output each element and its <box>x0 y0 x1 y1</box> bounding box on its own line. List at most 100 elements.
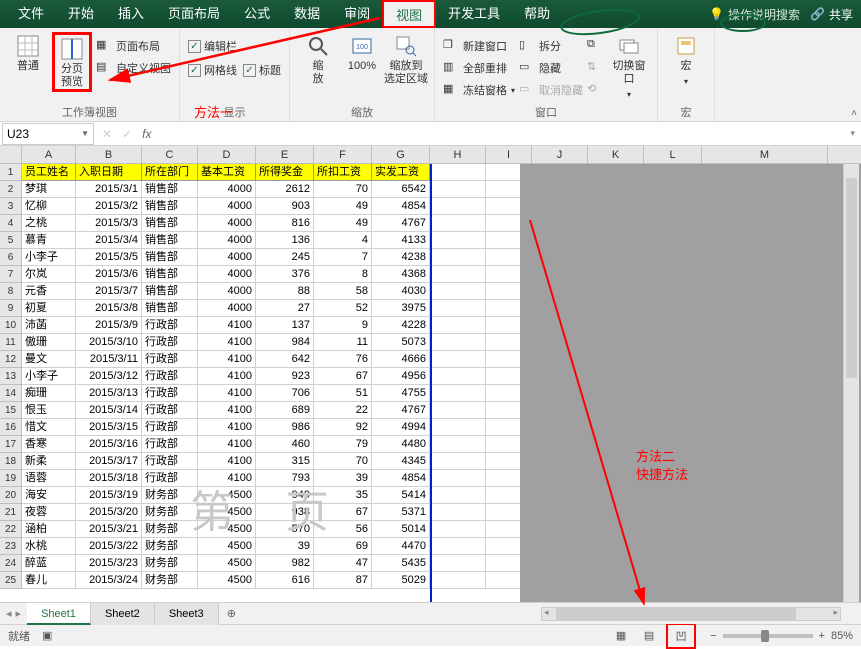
cell[interactable]: 夜蓉 <box>22 504 76 521</box>
cell[interactable] <box>430 538 486 555</box>
cell[interactable]: 新柔 <box>22 453 76 470</box>
cell[interactable]: 4500 <box>198 487 256 504</box>
cell[interactable]: 4854 <box>372 470 430 487</box>
cell[interactable] <box>430 232 486 249</box>
row-header[interactable]: 25 <box>0 572 22 589</box>
cell[interactable]: 51 <box>314 385 372 402</box>
cell[interactable]: 基本工资 <box>198 164 256 181</box>
cell[interactable]: 4368 <box>372 266 430 283</box>
cell[interactable] <box>430 249 486 266</box>
add-sheet-button[interactable]: ⊕ <box>219 607 244 620</box>
cell[interactable]: 49 <box>314 198 372 215</box>
tab-help[interactable]: 帮助 <box>512 0 562 28</box>
col-header[interactable]: C <box>142 146 198 163</box>
cell[interactable]: 2015/3/14 <box>76 402 142 419</box>
cell[interactable]: 4767 <box>372 402 430 419</box>
zoom-button[interactable]: 缩 放 <box>298 32 338 86</box>
cell[interactable]: 4956 <box>372 368 430 385</box>
cell[interactable]: 元香 <box>22 283 76 300</box>
cell[interactable]: 4345 <box>372 453 430 470</box>
col-header[interactable]: K <box>588 146 644 163</box>
cell[interactable]: 2015/3/20 <box>76 504 142 521</box>
cell[interactable]: 76 <box>314 351 372 368</box>
cell[interactable]: 136 <box>256 232 314 249</box>
cell[interactable]: 4470 <box>372 538 430 555</box>
cell[interactable]: 销售部 <box>142 181 198 198</box>
custom-views-button[interactable]: ▤ 自定义视图 <box>96 58 171 78</box>
row-header[interactable]: 4 <box>0 215 22 232</box>
cell[interactable]: 88 <box>256 283 314 300</box>
zoom-slider[interactable] <box>723 634 813 638</box>
col-header[interactable]: M <box>702 146 828 163</box>
cell[interactable]: 小李子 <box>22 368 76 385</box>
cell[interactable] <box>430 181 486 198</box>
cell[interactable]: 4000 <box>198 266 256 283</box>
cell[interactable]: 海安 <box>22 487 76 504</box>
cell[interactable]: 4500 <box>198 572 256 589</box>
cell[interactable]: 69 <box>314 538 372 555</box>
cell[interactable]: 财务部 <box>142 487 198 504</box>
cell[interactable]: 语蓉 <box>22 470 76 487</box>
cell[interactable]: 7 <box>314 249 372 266</box>
sheet-tab[interactable]: Sheet3 <box>155 603 219 625</box>
cell[interactable]: 4994 <box>372 419 430 436</box>
cell[interactable]: 4100 <box>198 453 256 470</box>
cell[interactable]: 642 <box>256 351 314 368</box>
zoom-to-selection-button[interactable]: 缩放到 选定区域 <box>386 32 426 86</box>
cell[interactable]: 4100 <box>198 334 256 351</box>
cell[interactable]: 2015/3/12 <box>76 368 142 385</box>
col-header[interactable]: D <box>198 146 256 163</box>
row-header[interactable]: 15 <box>0 402 22 419</box>
row-header[interactable]: 18 <box>0 453 22 470</box>
cell[interactable]: 245 <box>256 249 314 266</box>
row-header[interactable]: 7 <box>0 266 22 283</box>
cell[interactable]: 2015/3/23 <box>76 555 142 572</box>
cell[interactable]: 137 <box>256 317 314 334</box>
col-header[interactable]: B <box>76 146 142 163</box>
tell-me-search[interactable]: 💡 操作说明搜索 <box>709 6 800 23</box>
tab-page-layout[interactable]: 页面布局 <box>156 0 232 28</box>
cell[interactable]: 销售部 <box>142 266 198 283</box>
cell[interactable]: 财务部 <box>142 572 198 589</box>
row-header[interactable]: 9 <box>0 300 22 317</box>
cell[interactable]: 4000 <box>198 215 256 232</box>
cell[interactable]: 恨玉 <box>22 402 76 419</box>
row-header[interactable]: 11 <box>0 334 22 351</box>
cell[interactable]: 5435 <box>372 555 430 572</box>
cell[interactable] <box>430 521 486 538</box>
cell[interactable]: 4228 <box>372 317 430 334</box>
row-header[interactable]: 14 <box>0 385 22 402</box>
sheet-nav-prev[interactable]: ◂ <box>6 607 12 620</box>
col-header[interactable]: G <box>372 146 430 163</box>
cell[interactable]: 醉蓝 <box>22 555 76 572</box>
col-header[interactable]: L <box>644 146 702 163</box>
cell[interactable]: 4480 <box>372 436 430 453</box>
cell[interactable]: 4100 <box>198 470 256 487</box>
cell[interactable]: 行政部 <box>142 351 198 368</box>
cell[interactable]: 4100 <box>198 368 256 385</box>
view-side-by-side-button[interactable]: ⧉ <box>587 36 605 56</box>
cell[interactable]: 行政部 <box>142 317 198 334</box>
cell[interactable] <box>430 555 486 572</box>
col-header[interactable]: I <box>486 146 532 163</box>
headings-checkbox[interactable]: ✓标题 <box>243 60 281 80</box>
cell[interactable]: 实发工资 <box>372 164 430 181</box>
enter-icon[interactable]: ✓ <box>122 127 132 141</box>
cell[interactable]: 2015/3/10 <box>76 334 142 351</box>
collapse-ribbon-button[interactable]: ˄ <box>851 108 857 119</box>
cell[interactable]: 4133 <box>372 232 430 249</box>
row-header[interactable]: 21 <box>0 504 22 521</box>
cell[interactable]: 39 <box>256 538 314 555</box>
fx-icon[interactable]: fx <box>142 127 151 141</box>
cell[interactable]: 2015/3/1 <box>76 181 142 198</box>
cell[interactable]: 4100 <box>198 419 256 436</box>
cell[interactable]: 小李子 <box>22 249 76 266</box>
cell[interactable]: 570 <box>256 521 314 538</box>
cell[interactable]: 67 <box>314 504 372 521</box>
cell[interactable]: 4666 <box>372 351 430 368</box>
switch-windows-button[interactable]: 切换窗口 ▾ <box>609 32 649 101</box>
cell[interactable] <box>430 419 486 436</box>
col-header[interactable]: A <box>22 146 76 163</box>
macros-button[interactable]: 宏 ▾ <box>666 32 706 88</box>
cell[interactable]: 2015/3/9 <box>76 317 142 334</box>
